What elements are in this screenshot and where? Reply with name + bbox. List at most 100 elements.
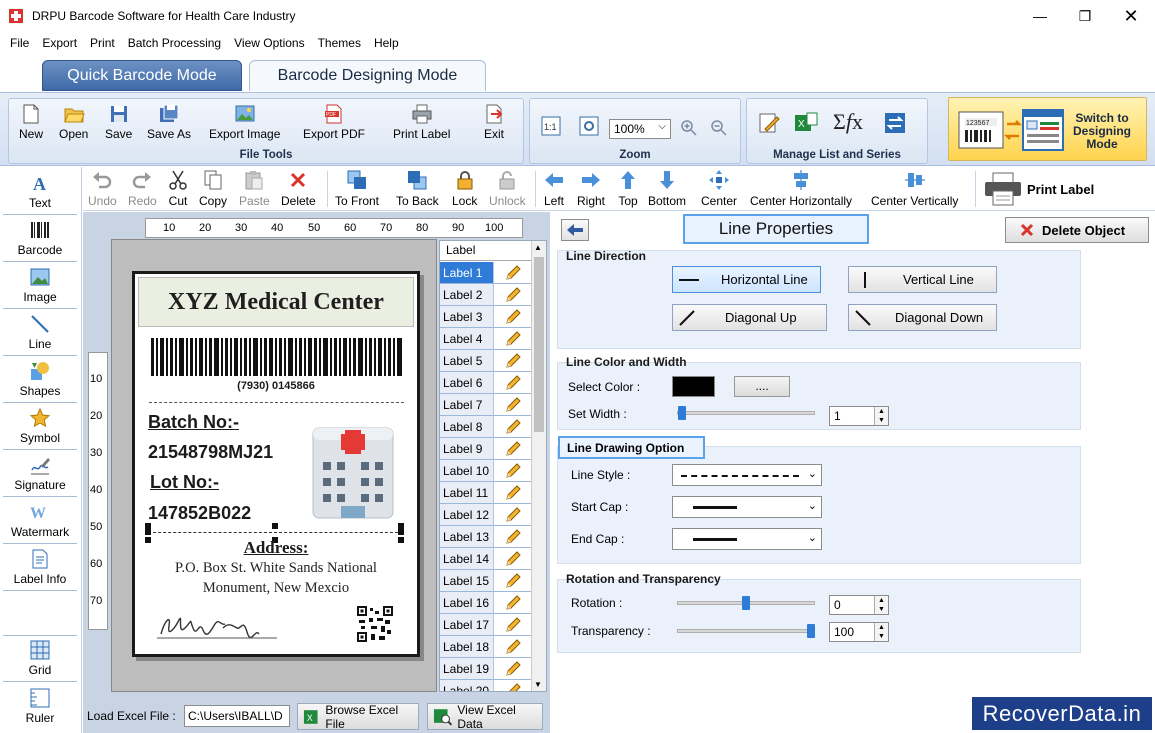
barcode-value-text[interactable]: (7930) 0145866 — [135, 380, 417, 392]
vertical-line-button[interactable]: Vertical Line — [848, 266, 997, 293]
design-surface[interactable]: XYZ Medical Center (7930) 0145866 Batch … — [111, 239, 437, 692]
close-button[interactable]: ✕ — [1108, 0, 1154, 32]
hospital-building-icon[interactable] — [307, 414, 399, 522]
paste-button[interactable]: Paste — [239, 169, 270, 208]
menu-view-options[interactable]: View Options — [228, 36, 310, 50]
align-top-button[interactable]: Top — [617, 169, 639, 208]
tool-watermark[interactable]: W Watermark — [3, 498, 77, 544]
exit-button[interactable]: Exit — [483, 103, 505, 141]
pencil-icon[interactable] — [494, 416, 532, 437]
tool-grid[interactable]: Grid — [3, 635, 77, 682]
start-cap-dropdown[interactable]: ⌄ — [672, 496, 822, 518]
label-list-item[interactable]: Label 2 — [440, 284, 532, 306]
browse-excel-button[interactable]: X Browse Excel File — [297, 703, 419, 731]
delete-button[interactable]: Delete — [281, 169, 316, 208]
width-spinner[interactable]: 1 ▲ ▼ — [829, 406, 889, 426]
pencil-icon[interactable] — [494, 548, 532, 569]
menu-batch-processing[interactable]: Batch Processing — [122, 36, 227, 50]
label-list-item[interactable]: Label 3 — [440, 306, 532, 328]
diagonal-up-button[interactable]: Diagonal Up — [672, 304, 827, 331]
signature-image[interactable] — [153, 604, 283, 644]
tool-symbol[interactable]: Symbol — [3, 404, 77, 450]
selection-handle[interactable] — [272, 523, 278, 529]
spin-arrows[interactable]: ▲ ▼ — [874, 623, 888, 641]
pencil-icon[interactable] — [494, 328, 532, 349]
tool-image[interactable]: Image — [3, 263, 77, 309]
pencil-icon[interactable] — [494, 636, 532, 657]
pencil-icon[interactable] — [494, 284, 532, 305]
label-list-item[interactable]: Label 13 — [440, 526, 532, 548]
scroll-up-icon[interactable]: ▲ — [534, 243, 542, 252]
open-button[interactable]: Open — [59, 103, 88, 141]
label-list-item[interactable]: Label 5 — [440, 350, 532, 372]
save-button[interactable]: Save — [105, 103, 132, 141]
address-label-text[interactable]: Address: — [135, 538, 417, 558]
save-as-button[interactable]: Save As — [147, 103, 191, 141]
label-list-scrollbar[interactable]: ▲ ▼ — [531, 241, 546, 691]
export-image-button[interactable]: Export Image — [209, 103, 280, 141]
menu-themes[interactable]: Themes — [312, 36, 367, 50]
maximize-button[interactable]: ❐ — [1062, 0, 1108, 32]
address-line-2[interactable]: Monument, New Mexcio — [135, 580, 417, 597]
tab-quick-barcode-mode[interactable]: Quick Barcode Mode — [42, 60, 242, 91]
pencil-icon[interactable] — [494, 306, 532, 327]
batch-value-text[interactable]: 21548798MJ21 — [148, 442, 273, 463]
center-vertically-button[interactable]: Center Vertically — [871, 169, 958, 208]
tool-signature[interactable]: Signature — [3, 451, 77, 497]
diagonal-down-button[interactable]: Diagonal Down — [848, 304, 997, 331]
selection-handle[interactable] — [398, 529, 404, 535]
label-list-item[interactable]: Label 14 — [440, 548, 532, 570]
pencil-icon[interactable] — [494, 592, 532, 613]
scroll-down-icon[interactable]: ▼ — [534, 680, 542, 689]
width-slider-thumb[interactable] — [678, 406, 686, 420]
pencil-icon[interactable] — [494, 262, 532, 283]
batch-label-text[interactable]: Batch No:- — [148, 412, 239, 433]
new-button[interactable]: New — [19, 103, 43, 141]
export-pdf-button[interactable]: PDF Export PDF — [303, 103, 365, 141]
tool-line[interactable]: Line — [3, 310, 77, 356]
pencil-icon[interactable] — [494, 680, 532, 691]
menu-print[interactable]: Print — [84, 36, 121, 50]
pencil-icon[interactable] — [494, 658, 532, 679]
edit-list-icon[interactable] — [757, 111, 781, 135]
pencil-icon[interactable] — [494, 570, 532, 591]
lock-button[interactable]: Lock — [452, 169, 477, 208]
menu-export[interactable]: Export — [36, 36, 83, 50]
spin-arrows[interactable]: ▲ ▼ — [874, 596, 888, 614]
view-excel-button[interactable]: View Excel Data — [427, 703, 543, 731]
transparency-slider-thumb[interactable] — [807, 624, 815, 638]
label-list-item[interactable]: Label 1 — [440, 262, 532, 284]
color-swatch[interactable] — [672, 376, 715, 397]
label-list-item[interactable]: Label 7 — [440, 394, 532, 416]
minimize-button[interactable]: — — [1017, 0, 1063, 32]
label-header-text[interactable]: XYZ Medical Center — [138, 277, 414, 327]
label-list-item[interactable]: Label 12 — [440, 504, 532, 526]
selection-handle[interactable] — [145, 529, 151, 535]
horizontal-line-button[interactable]: Horizontal Line — [672, 266, 821, 293]
color-browse-button[interactable]: .... — [734, 376, 790, 397]
pencil-icon[interactable] — [494, 460, 532, 481]
transparency-slider[interactable] — [677, 624, 815, 638]
divider-line[interactable] — [149, 402, 404, 403]
tool-shapes[interactable]: Shapes — [3, 357, 77, 403]
rotation-spinner[interactable]: 0 ▲ ▼ — [829, 595, 889, 615]
cut-button[interactable]: Cut — [167, 169, 189, 208]
pencil-icon[interactable] — [494, 614, 532, 635]
spin-arrows[interactable]: ▲ ▼ — [874, 407, 888, 425]
copy-button[interactable]: Copy — [199, 169, 227, 208]
align-bottom-button[interactable]: Bottom — [648, 169, 686, 208]
align-left-button[interactable]: Left — [543, 169, 565, 208]
zoom-out-icon[interactable] — [710, 119, 728, 137]
to-back-button[interactable]: To Back — [396, 169, 439, 208]
excel-series-icon[interactable]: X — [793, 111, 819, 135]
unlock-button[interactable]: Unlock — [489, 169, 526, 208]
tool-ruler[interactable]: Ruler — [3, 683, 77, 729]
width-slider[interactable] — [677, 406, 815, 420]
fit-to-window-icon[interactable] — [578, 115, 600, 137]
print-label-button[interactable]: Print Label — [983, 171, 1094, 207]
menu-help[interactable]: Help — [368, 36, 405, 50]
pencil-icon[interactable] — [494, 438, 532, 459]
undo-button[interactable]: Undo — [88, 169, 117, 208]
label-list-item[interactable]: Label 17 — [440, 614, 532, 636]
redo-button[interactable]: Redo — [128, 169, 157, 208]
